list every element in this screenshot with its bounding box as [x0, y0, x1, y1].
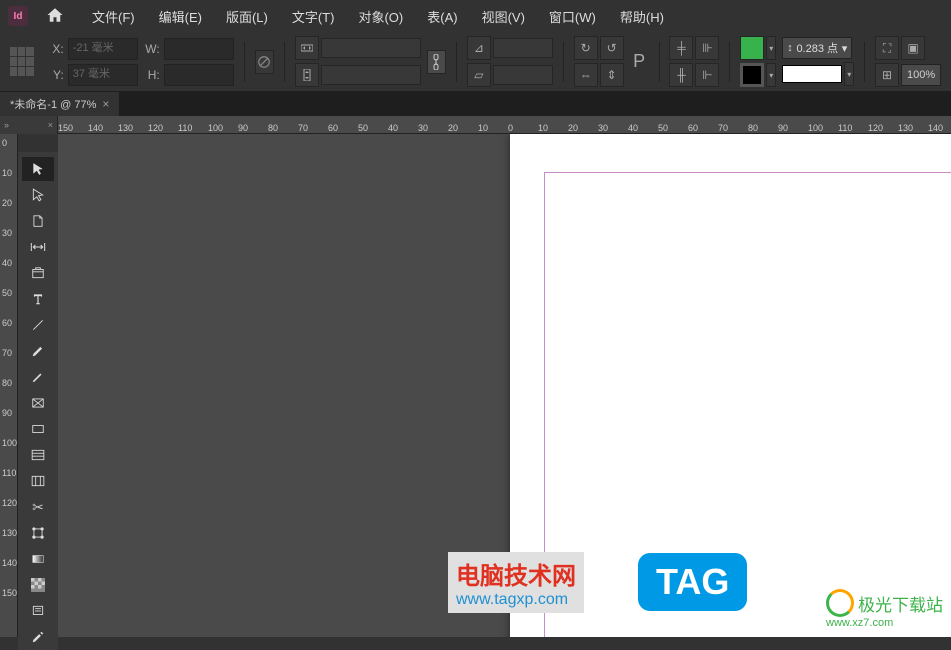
link-toggle-icon[interactable]: [427, 50, 446, 74]
vertical-grid-tool-icon[interactable]: [22, 469, 54, 493]
toolbox: ✂: [18, 152, 58, 650]
horizontal-grid-tool-icon[interactable]: [22, 443, 54, 467]
y-label: Y:: [48, 68, 64, 82]
app-icon: Id: [8, 6, 28, 26]
shear-icon[interactable]: ▱: [467, 63, 491, 87]
menu-view[interactable]: 视图(V): [472, 3, 535, 30]
panel-close-icon[interactable]: ×: [48, 120, 53, 130]
no-print-icon[interactable]: [255, 50, 274, 74]
free-transform-tool-icon[interactable]: [22, 521, 54, 545]
ruler-horizontal[interactable]: 1501401301201101009080706050403020100102…: [58, 116, 951, 134]
menu-bar: Id 文件(F) 编辑(E) 版面(L) 文字(T) 对象(O) 表(A) 视图…: [0, 0, 951, 32]
tab-title: *未命名-1 @ 77%: [10, 96, 96, 112]
shear-field[interactable]: [493, 65, 553, 85]
watermark-tagxp: 电脑技术网 www.tagxp.com: [448, 552, 584, 613]
separator: [456, 42, 457, 82]
menu-file[interactable]: 文件(F): [82, 3, 145, 30]
note-tool-icon[interactable]: [22, 599, 54, 623]
panel-expand-icon[interactable]: »: [4, 120, 9, 130]
y-field[interactable]: 37 毫米: [68, 64, 138, 86]
w-field[interactable]: [164, 38, 234, 60]
page-tool-icon[interactable]: [22, 209, 54, 233]
rotate-icon[interactable]: ⊿: [467, 36, 491, 60]
flip-v-icon[interactable]: ⇕: [600, 63, 624, 87]
scale-y-field[interactable]: [321, 65, 421, 85]
grid-icon[interactable]: ⊞: [875, 63, 899, 87]
gap-tool-icon[interactable]: [22, 235, 54, 259]
content-collector-tool-icon[interactable]: [22, 261, 54, 285]
menu-help[interactable]: 帮助(H): [610, 3, 674, 30]
fill-swatch[interactable]: [740, 36, 764, 60]
pencil-tool-icon[interactable]: [22, 365, 54, 389]
eyedropper-tool-icon[interactable]: [22, 625, 54, 649]
canvas[interactable]: 电脑技术网 www.tagxp.com TAG 极光下载站 www.xz7.co…: [58, 134, 951, 637]
stroke-swatch[interactable]: [740, 63, 764, 87]
direct-selection-tool-icon[interactable]: [22, 183, 54, 207]
rectangle-frame-tool-icon[interactable]: [22, 391, 54, 415]
w-label: W:: [144, 42, 160, 56]
screen-mode-icon[interactable]: ⛶: [875, 36, 899, 60]
align-v-icon[interactable]: ╫: [669, 63, 693, 87]
separator: [244, 42, 245, 82]
h-field[interactable]: [164, 64, 234, 86]
menu-edit[interactable]: 编辑(E): [149, 3, 212, 30]
menu-layout[interactable]: 版面(L): [216, 3, 278, 30]
size-group: W: H:: [144, 38, 234, 86]
fit-page-icon[interactable]: ▣: [901, 36, 925, 60]
separator: [864, 42, 865, 82]
watermark-tag-badge: TAG: [638, 553, 747, 611]
ruler-vertical-left[interactable]: 0102030405060708090100110120130140150: [0, 134, 18, 637]
selection-tool-icon[interactable]: [22, 157, 54, 181]
menu-object[interactable]: 对象(O): [348, 3, 413, 30]
document-tab[interactable]: *未命名-1 @ 77% ×: [0, 92, 119, 116]
menu-table[interactable]: 表(A): [417, 3, 467, 30]
tab-close-icon[interactable]: ×: [102, 97, 109, 111]
line-tool-icon[interactable]: [22, 313, 54, 337]
flip-h-icon[interactable]: ⇔: [574, 63, 598, 87]
gradient-swatch-tool-icon[interactable]: [22, 547, 54, 571]
scale-y-icon[interactable]: [295, 63, 319, 87]
rotate-ccw-icon[interactable]: ↺: [600, 36, 624, 60]
control-bar: X: -21 毫米 Y: 37 毫米 W: H:: [0, 32, 951, 92]
scissors-tool-icon[interactable]: ✂: [22, 495, 54, 519]
swirl-icon: [826, 589, 854, 617]
stroke-style-preview[interactable]: [782, 65, 842, 83]
stroke-style-dropdown-icon[interactable]: ▾: [844, 62, 854, 86]
menu-text[interactable]: 文字(T): [282, 3, 345, 30]
rotate-field[interactable]: [493, 38, 553, 58]
distribute-v-icon[interactable]: ⊩: [695, 63, 719, 87]
distribute-h-icon[interactable]: ⊪: [695, 36, 719, 60]
menu-window[interactable]: 窗口(W): [539, 3, 606, 30]
document-tab-bar: *未命名-1 @ 77% ×: [0, 92, 951, 116]
pen-tool-icon[interactable]: [22, 339, 54, 363]
ruler-corner: » ×: [0, 116, 58, 134]
rectangle-tool-icon[interactable]: [22, 417, 54, 441]
scale-x-field[interactable]: [321, 38, 421, 58]
gradient-feather-tool-icon[interactable]: [22, 573, 54, 597]
margin-guide: [544, 172, 951, 637]
stroke-dropdown-icon[interactable]: ▾: [766, 63, 776, 87]
separator: [729, 42, 730, 82]
watermark-xz7: 极光下载站 www.xz7.com: [826, 589, 943, 629]
fill-dropdown-icon[interactable]: ▾: [766, 36, 776, 60]
align-h-icon[interactable]: ╪: [669, 36, 693, 60]
separator: [284, 42, 285, 82]
stroke-weight-field[interactable]: ↕0.283 点▾: [782, 37, 852, 59]
reference-point-grid[interactable]: [10, 47, 34, 77]
rotate-cw-icon[interactable]: ↻: [574, 36, 598, 60]
scale-x-icon[interactable]: [295, 36, 319, 60]
workspace: 0102030405060708090100110120130140150 ✂: [0, 134, 951, 637]
home-icon[interactable]: [46, 6, 64, 27]
type-tool-icon[interactable]: [22, 287, 54, 311]
x-field[interactable]: -21 毫米: [68, 38, 138, 60]
separator: [659, 42, 660, 82]
paragraph-style-icon[interactable]: P: [630, 51, 649, 72]
zoom-field[interactable]: 100%: [901, 64, 941, 86]
separator: [563, 42, 564, 82]
position-group: X: -21 毫米 Y: 37 毫米: [48, 38, 138, 86]
h-label: H:: [144, 68, 160, 82]
x-label: X:: [48, 42, 64, 56]
